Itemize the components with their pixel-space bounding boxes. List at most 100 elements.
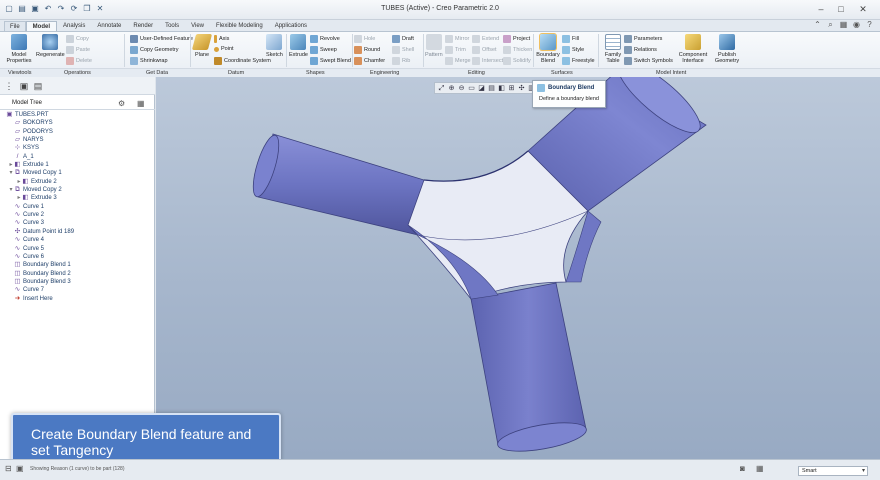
help-icon[interactable]: ? xyxy=(865,20,874,29)
tree-node[interactable]: ∿ Curve 6 xyxy=(0,253,155,261)
regenerate-button[interactable]: Regenerate xyxy=(36,34,65,58)
tree-node[interactable]: ∿ Curve 7 xyxy=(0,286,155,294)
selection-buffer-icon[interactable]: ▦ xyxy=(756,464,764,473)
tree-node[interactable]: ◫ Boundary Blend 2 xyxy=(0,270,155,278)
tab-tools[interactable]: Tools xyxy=(159,21,185,31)
publish-geometry-button[interactable]: Publish Geometry xyxy=(714,34,740,64)
group-operations[interactable]: Operations xyxy=(64,70,91,76)
family-table-button[interactable]: Family Table xyxy=(603,34,623,64)
tree-node[interactable]: ▸ ◧ Extrude 1 xyxy=(0,161,155,169)
tree-node[interactable]: ∿ Curve 1 xyxy=(0,203,155,211)
chamfer-button[interactable]: Chamfer xyxy=(354,57,385,65)
swept-blend-button[interactable]: Swept Blend xyxy=(310,57,351,65)
copy-button[interactable]: Copy xyxy=(66,35,89,43)
minimize-ribbon-icon[interactable]: ⌃ xyxy=(813,20,822,29)
folder-browser-icon[interactable]: ▣ xyxy=(19,81,29,91)
tree-node[interactable]: ∿ Curve 2 xyxy=(0,211,155,219)
tree-node[interactable]: ▸ ◧ Extrude 3 xyxy=(0,194,155,202)
project-button[interactable]: Project xyxy=(503,35,530,43)
reorient-icon[interactable]: ◪ xyxy=(477,84,486,93)
group-get-data[interactable]: Get Data xyxy=(146,70,168,76)
model-tree-tab-icon[interactable]: ⋮ xyxy=(4,81,14,91)
zoom-out-icon[interactable]: ⊖ xyxy=(457,84,466,93)
point-button[interactable]: Point xyxy=(214,46,234,52)
datum-display-icon[interactable]: ⊞ xyxy=(507,84,516,93)
offset-button[interactable]: Offset xyxy=(472,46,497,54)
community-icon[interactable]: ◉ xyxy=(852,20,861,29)
search-icon[interactable]: ⌕ xyxy=(826,20,835,29)
plane-button[interactable]: Plane xyxy=(191,34,213,58)
tab-applications[interactable]: Applications xyxy=(269,21,313,31)
shell-button[interactable]: Shell xyxy=(392,46,414,54)
extrude-button[interactable]: Extrude xyxy=(289,34,308,58)
tree-node[interactable]: ◫ Boundary Blend 3 xyxy=(0,278,155,286)
selection-filter[interactable]: Smart ▾ xyxy=(798,466,868,476)
coordinate-system-button[interactable]: Coordinate System xyxy=(214,57,271,65)
thicken-button[interactable]: Thicken xyxy=(503,46,532,54)
tree-node[interactable]: ➜ Insert Here xyxy=(0,295,155,303)
group-viewtools[interactable]: Viewtools xyxy=(8,70,31,76)
zoom-in-icon[interactable]: ⊕ xyxy=(447,84,456,93)
tree-node[interactable]: ✣ Datum Point id 189 xyxy=(0,228,155,236)
user-defined-feature-button[interactable]: User-Defined Feature xyxy=(130,35,193,43)
tab-file[interactable]: File xyxy=(4,21,26,31)
switch-symbols-button[interactable]: Switch Symbols xyxy=(624,57,673,65)
maximize-icon[interactable]: □ xyxy=(832,2,850,16)
boundary-blend-button[interactable]: Boundary Blend xyxy=(536,34,560,64)
draft-button[interactable]: Draft xyxy=(392,35,414,43)
repaint-icon[interactable]: ▭ xyxy=(467,84,476,93)
tab-flexible-modeling[interactable]: Flexible Modeling xyxy=(210,21,269,31)
merge-button[interactable]: Merge xyxy=(445,57,471,65)
group-shapes[interactable]: Shapes xyxy=(306,70,325,76)
fill-button[interactable]: Fill xyxy=(562,35,579,43)
tree-node[interactable]: ▣ TUBES.PRT xyxy=(0,111,155,119)
tab-render[interactable]: Render xyxy=(127,21,159,31)
sweep-button[interactable]: Sweep xyxy=(310,46,337,54)
tree-node[interactable]: ▾ ⧉ Moved Copy 2 xyxy=(0,186,155,194)
group-engineering[interactable]: Engineering xyxy=(370,70,399,76)
tree-node[interactable]: ▾ ⧉ Moved Copy 1 xyxy=(0,169,155,177)
tab-annotate[interactable]: Annotate xyxy=(91,21,127,31)
parameters-button[interactable]: Parameters xyxy=(624,35,662,43)
favorites-icon[interactable]: ▤ xyxy=(33,81,43,91)
tree-node[interactable]: ∿ Curve 5 xyxy=(0,245,155,253)
paste-button[interactable]: Paste xyxy=(66,46,90,54)
graphics-area[interactable] xyxy=(156,77,880,459)
group-datum[interactable]: Datum xyxy=(228,70,244,76)
tips-icon[interactable]: ▦ xyxy=(839,20,848,29)
minimize-icon[interactable]: – xyxy=(812,2,830,16)
intersect-button[interactable]: Intersect xyxy=(472,57,503,65)
sketch-button[interactable]: Sketch xyxy=(266,34,283,58)
refit-icon[interactable]: ⤢ xyxy=(437,84,446,93)
axis-button[interactable]: Axis xyxy=(214,35,229,43)
tree-node[interactable]: ▸ ◧ Extrude 2 xyxy=(0,178,155,186)
left-tube[interactable] xyxy=(248,133,425,236)
tree-node[interactable]: ⊹ KSYS xyxy=(0,144,155,152)
rib-button[interactable]: Rib xyxy=(392,57,410,65)
hole-button[interactable]: Hole xyxy=(354,35,375,43)
tree-settings-icon[interactable]: ⚙ xyxy=(118,99,125,108)
freestyle-button[interactable]: Freestyle xyxy=(562,57,595,65)
group-model-intent[interactable]: Model Intent xyxy=(656,70,686,76)
tree-node[interactable]: ▱ NARYS xyxy=(0,136,155,144)
toggle-browser-icon[interactable]: ▣ xyxy=(16,464,24,473)
tab-view[interactable]: View xyxy=(185,21,210,31)
tree-show-icon[interactable]: ▦ xyxy=(137,99,145,108)
shrinkwrap-button[interactable]: Shrinkwrap xyxy=(130,57,168,65)
bottom-tube[interactable] xyxy=(470,282,588,457)
tab-model[interactable]: Model xyxy=(25,21,58,31)
saved-views-icon[interactable]: ▤ xyxy=(487,84,496,93)
component-interface-button[interactable]: Component Interface xyxy=(678,34,708,64)
delete-button[interactable]: Delete xyxy=(66,57,92,65)
tree-node[interactable]: ∿ Curve 3 xyxy=(0,219,155,227)
tab-analysis[interactable]: Analysis xyxy=(57,21,91,31)
display-style-icon[interactable]: ◧ xyxy=(497,84,506,93)
extend-button[interactable]: Extend xyxy=(472,35,499,43)
mirror-button[interactable]: Mirror xyxy=(445,35,469,43)
tree-node[interactable]: ∿ Curve 4 xyxy=(0,236,155,244)
close-icon[interactable]: ✕ xyxy=(852,2,874,16)
pattern-button[interactable]: Pattern xyxy=(425,34,443,58)
model-properties-button[interactable]: Model Properties xyxy=(6,34,32,64)
copy-geometry-button[interactable]: Copy Geometry xyxy=(130,46,179,54)
spin-center-icon[interactable]: ✣ xyxy=(517,84,526,93)
